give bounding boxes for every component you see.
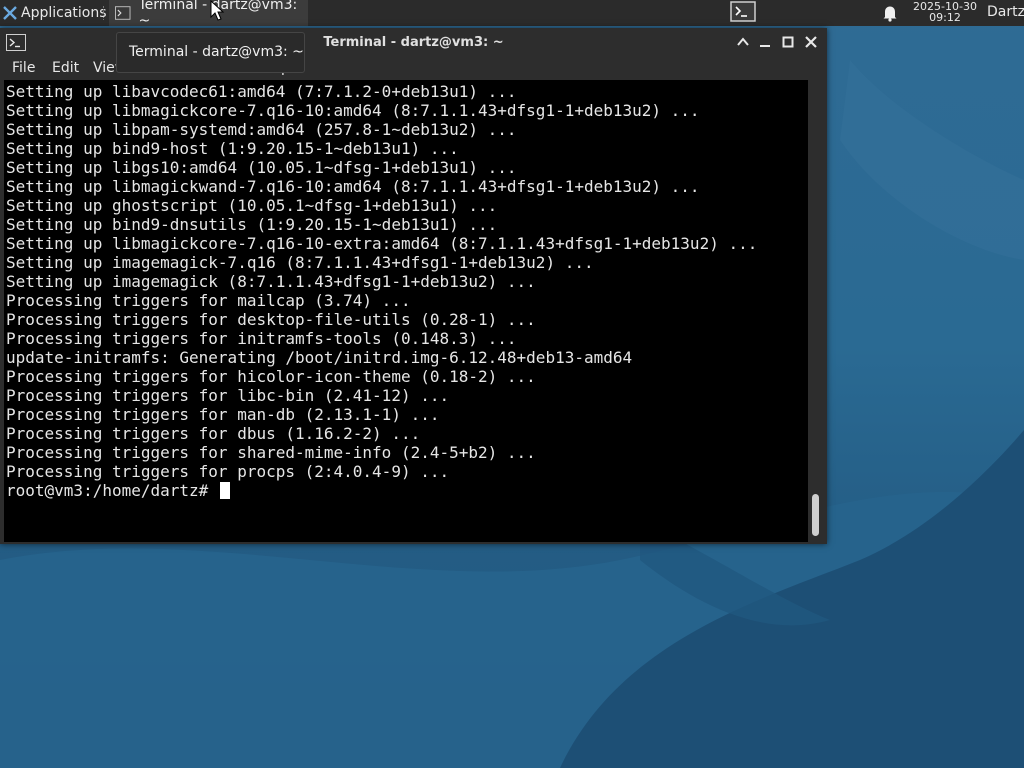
terminal-prompt-line: root@vm3:/home/dartz# <box>6 481 757 500</box>
terminal-line: Setting up bind9-host (1:9.20.15-1~deb13… <box>6 139 459 158</box>
user-menu-button[interactable]: Dartz <box>987 4 1024 20</box>
terminal-line: Setting up libpam-systemd:amd64 (257.8-1… <box>6 120 517 139</box>
top-panel: Applications Terminal - dartz@vm3: ~ 202… <box>0 0 1024 29</box>
terminal-line: Setting up bind9-dnsutils (1:9.20.15-1~d… <box>6 215 498 234</box>
terminal-line: Processing triggers for hicolor-icon-the… <box>6 367 536 386</box>
terminal-line: Setting up libmagickwand-7.q16-10:amd64 … <box>6 177 700 196</box>
minimize-icon[interactable] <box>758 35 772 49</box>
terminal-line: Processing triggers for initramfs-tools … <box>6 329 517 348</box>
panel-clock[interactable]: 2025-10-30 09:12 <box>908 1 982 23</box>
maximize-icon[interactable] <box>781 35 795 49</box>
clock-time: 09:12 <box>929 11 961 24</box>
panel-separator <box>103 6 106 20</box>
terminal-line: Setting up libavcodec61:amd64 (7:7.1.2-0… <box>6 82 517 101</box>
terminal-cursor <box>219 482 230 499</box>
terminal-line: Processing triggers for shared-mime-info… <box>6 443 536 462</box>
menu-edit[interactable]: Edit <box>52 60 79 76</box>
terminal-prompt: root@vm3:/home/dartz# <box>6 481 218 500</box>
mouse-pointer-icon <box>210 0 225 21</box>
terminal-line: Processing triggers for libc-bin (2.41-1… <box>6 386 450 405</box>
bell-icon[interactable] <box>882 4 898 22</box>
terminal-line: Processing triggers for dbus (1.16.2-2) … <box>6 424 421 443</box>
terminal-line: Setting up libmagickcore-7.q16-10:amd64 … <box>6 101 700 120</box>
terminal-line: Setting up imagemagick-7.q16 (8:7.1.1.43… <box>6 253 594 272</box>
terminal-line: Setting up libmagickcore-7.q16-10-extra:… <box>6 234 758 253</box>
terminal-line: Processing triggers for man-db (2.13.1-1… <box>6 405 440 424</box>
terminal-line: Setting up libgs10:amd64 (10.05.1~dfsg-1… <box>6 158 517 177</box>
scrollbar-thumb[interactable] <box>812 494 819 536</box>
terminal-lines: Setting up libavcodec61:amd64 (7:7.1.2-0… <box>6 82 757 500</box>
taskbar-tooltip: Terminal - dartz@vm3: ~ <box>116 32 305 73</box>
terminal-scrollbar[interactable] <box>808 80 825 542</box>
terminal-window: Terminal - dartz@vm3: ~ File Edit View T… <box>0 28 827 544</box>
terminal-line: Processing triggers for procps (2:4.0.4-… <box>6 462 450 481</box>
terminal-line: update-initramfs: Generating /boot/initr… <box>6 348 633 367</box>
terminal-launcher-icon[interactable] <box>729 1 757 23</box>
menu-file[interactable]: File <box>12 60 35 76</box>
xfce-logo-icon <box>3 6 17 20</box>
chevron-up-icon[interactable] <box>736 35 750 49</box>
terminal-line: Processing triggers for desktop-file-uti… <box>6 310 536 329</box>
terminal-icon <box>115 6 131 20</box>
applications-menu-button[interactable]: Applications <box>2 0 107 26</box>
terminal-line: Setting up imagemagick (8:7.1.1.43+dfsg1… <box>6 272 536 291</box>
terminal-output[interactable]: Setting up libavcodec61:amd64 (7:7.1.2-0… <box>4 80 808 542</box>
close-icon[interactable] <box>804 35 818 49</box>
terminal-line: Processing triggers for mailcap (3.74) .… <box>6 291 411 310</box>
terminal-line: Setting up ghostscript (10.05.1~dfsg-1+d… <box>6 196 498 215</box>
applications-label: Applications <box>21 5 107 21</box>
taskbar-terminal-button[interactable]: Terminal - dartz@vm3: ~ <box>109 0 308 29</box>
